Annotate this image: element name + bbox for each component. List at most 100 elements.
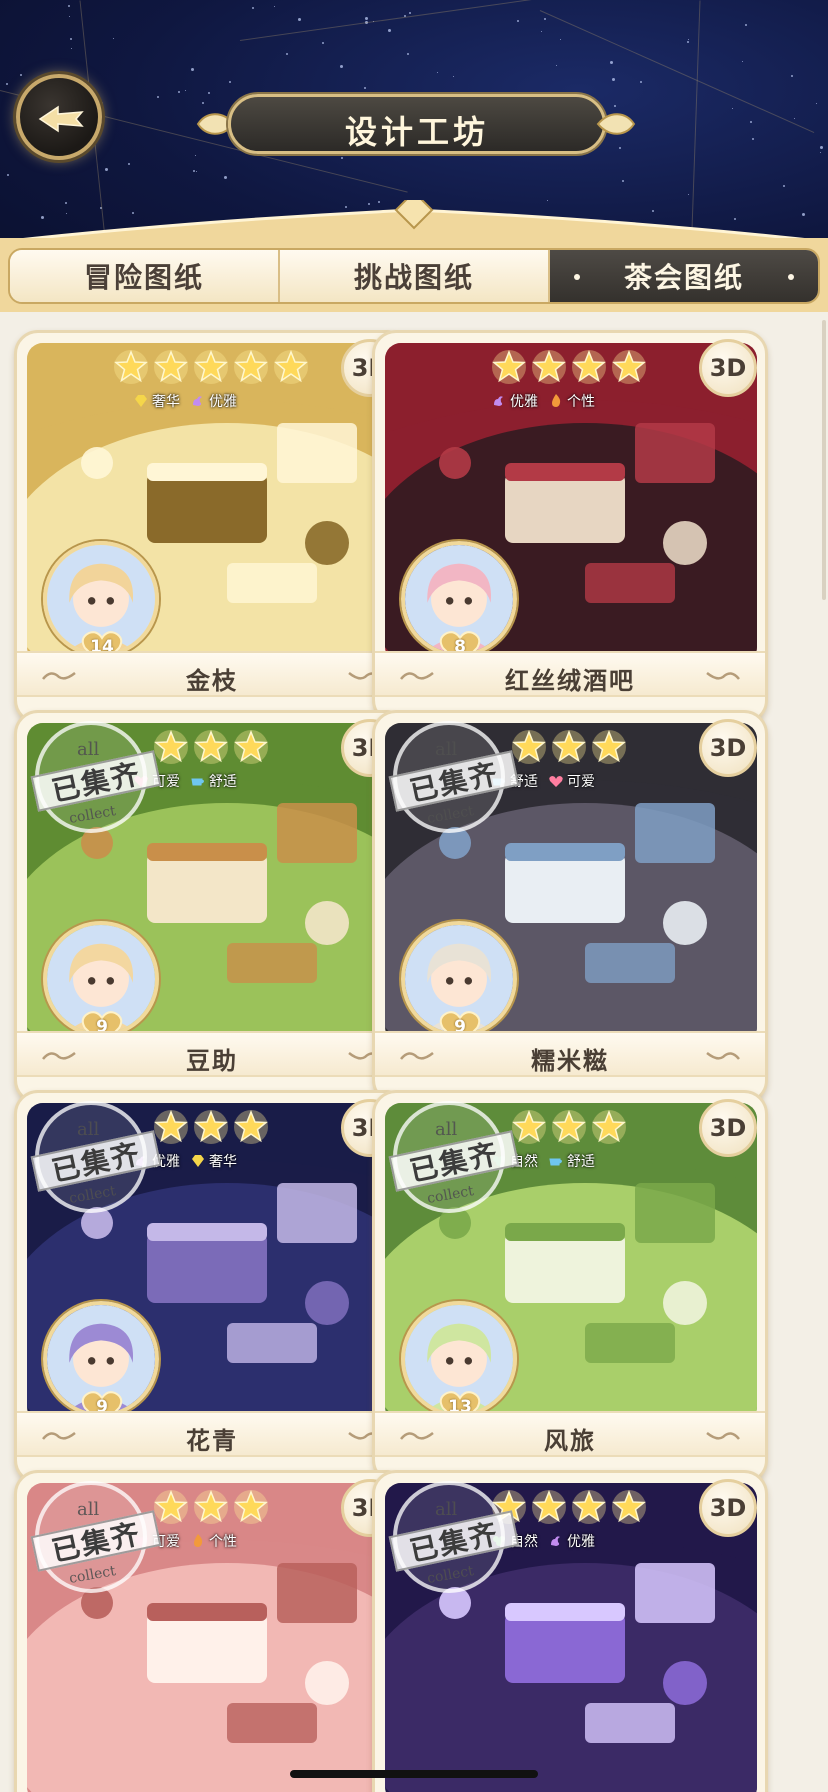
star-speck — [69, 16, 70, 17]
star-speck — [208, 92, 210, 94]
card-frame: 3D 自然 舒适 all 已集齐 collect 13 风旅 — [372, 1090, 768, 1484]
star-speck — [322, 42, 324, 44]
blueprint-grid: 3D奢华优雅14金枝11/123D优雅个性8红丝绒酒吧5/93D可爱舒适all已… — [0, 330, 828, 1792]
3d-view-badge[interactable]: 3D — [699, 339, 757, 397]
rating-star-icon — [234, 1489, 268, 1524]
star-speck — [195, 155, 196, 156]
star-speck — [113, 38, 114, 39]
star-speck — [364, 87, 366, 89]
rating-star-icon — [492, 349, 526, 384]
star-speck — [544, 18, 546, 20]
star-speck — [6, 83, 8, 85]
star-speck — [70, 38, 72, 40]
collected-stamp: all 已集齐 collect — [388, 721, 520, 833]
heart-icon — [549, 776, 563, 787]
3d-view-badge[interactable]: 3D — [699, 1099, 757, 1157]
rating-star-icon — [234, 1109, 268, 1144]
rating-star-icon — [532, 1489, 566, 1524]
attribute-tag: 舒适 — [190, 771, 237, 791]
star-rating — [153, 1109, 269, 1145]
star-speck — [556, 65, 557, 66]
attribute-tag: 优雅 — [491, 391, 538, 411]
star-speck — [752, 138, 754, 140]
star-speck — [688, 39, 689, 40]
wing-ornament-icon — [596, 113, 636, 135]
card-frame: 3D 优雅 个性 8 红丝绒酒吧 — [372, 330, 768, 724]
star-speck — [742, 61, 743, 62]
card-name-bar: 糯米糍 — [375, 1031, 765, 1077]
star-speck — [341, 157, 343, 159]
rating-star-icon — [572, 349, 606, 384]
page-title-plate: 设计工坊 — [228, 94, 606, 154]
collected-stamp: all 已集齐 collect — [388, 1481, 520, 1593]
blueprint-card[interactable]: 3D 可爱 个性 all 已集齐 collect — [14, 1470, 410, 1792]
collected-stamp: all 已集齐 collect — [388, 1101, 520, 1213]
rating-star-icon — [154, 1489, 188, 1524]
star-speck — [816, 103, 817, 104]
attribute-tag: 舒适 — [548, 1151, 595, 1171]
star-speck — [640, 81, 642, 83]
star-speck — [229, 81, 231, 83]
card-frame: 3D 可爱 舒适 all 已集齐 collect 9 豆助 — [14, 710, 410, 1104]
blueprint-card[interactable]: 3D 自然 优雅 all 已集齐 collect — [372, 1470, 768, 1792]
card-name-bar: 风旅 — [375, 1411, 765, 1457]
star-rating — [511, 729, 627, 765]
attribute-tag: 奢华 — [190, 1151, 237, 1171]
tab-dot-icon — [788, 274, 794, 280]
rating-star-icon — [194, 729, 228, 764]
rating-star-icon — [592, 1109, 626, 1144]
star-speck — [517, 20, 519, 22]
star-speck — [610, 61, 613, 64]
blueprint-card[interactable]: 3D可爱舒适all已集齐collect9豆助ALL — [14, 710, 410, 1142]
blueprint-card[interactable]: 3D优雅个性8红丝绒酒吧5/9 — [372, 330, 768, 762]
blueprint-tabs: 冒险图纸 挑战图纸 茶会图纸 — [0, 238, 828, 312]
back-button[interactable] — [16, 74, 102, 160]
scroll-ornament-icon — [706, 1052, 740, 1060]
card-frame: 3D 优雅 奢华 all 已集齐 collect 9 花青 — [14, 1090, 410, 1484]
tab-challenge[interactable]: 挑战图纸 — [280, 250, 550, 302]
3d-view-badge[interactable]: 3D — [699, 719, 757, 777]
rating-star-icon — [154, 729, 188, 764]
attribute-tags: 优雅 个性 — [491, 391, 595, 411]
star-speck — [437, 72, 438, 73]
attribute-tag: 可爱 — [548, 771, 595, 791]
tab-adventure[interactable]: 冒险图纸 — [10, 250, 280, 302]
rating-star-icon — [552, 729, 586, 764]
rating-star-icon — [572, 1489, 606, 1524]
scroll-ornament-icon — [706, 1432, 740, 1440]
star-speck — [791, 75, 793, 77]
star-speck — [340, 65, 343, 68]
star-rating — [491, 349, 647, 385]
blueprint-card[interactable]: 3D自然舒适all已集齐collect13风旅ALL — [372, 1090, 768, 1522]
back-arrow-icon — [38, 105, 84, 133]
star-speck — [224, 176, 227, 179]
star-speck — [612, 78, 615, 81]
rating-star-icon — [194, 349, 228, 384]
star-speck — [196, 171, 197, 172]
star-speck — [409, 12, 411, 14]
star-speck — [105, 168, 108, 171]
card-name-bar: 花青 — [17, 1411, 407, 1457]
teacup-icon — [549, 1158, 562, 1166]
blueprint-card[interactable]: 3D舒适可爱all已集齐collect9糯米糍ALL — [372, 710, 768, 1142]
card-frame: 3D 可爱 个性 all 已集齐 collect — [14, 1470, 410, 1792]
attribute-tag: 个性 — [548, 391, 595, 411]
swan-icon — [494, 396, 503, 406]
blueprint-card[interactable]: 3D奢华优雅14金枝11/12 — [14, 330, 410, 762]
3d-view-badge[interactable]: 3D — [699, 1479, 757, 1537]
fire-icon — [194, 1534, 203, 1547]
rating-star-icon — [512, 1109, 546, 1144]
card-frame: 3D 自然 优雅 all 已集齐 collect — [372, 1470, 768, 1792]
tab-tea-party[interactable]: 茶会图纸 — [550, 250, 818, 302]
home-indicator[interactable] — [290, 1770, 538, 1778]
star-speck — [783, 185, 785, 187]
star-speck — [185, 90, 186, 91]
rating-star-icon — [154, 349, 188, 384]
rating-star-icon — [234, 729, 268, 764]
star-speck — [541, 31, 542, 32]
page-title: 设计工坊 — [344, 113, 489, 151]
star-speck — [178, 91, 180, 93]
card-frame: 3D 舒适 可爱 all 已集齐 collect 9 糯米糍 — [372, 710, 768, 1104]
blueprint-card[interactable]: 3D优雅奢华all已集齐collect9花青ALL — [14, 1090, 410, 1522]
star-speck — [687, 41, 689, 43]
